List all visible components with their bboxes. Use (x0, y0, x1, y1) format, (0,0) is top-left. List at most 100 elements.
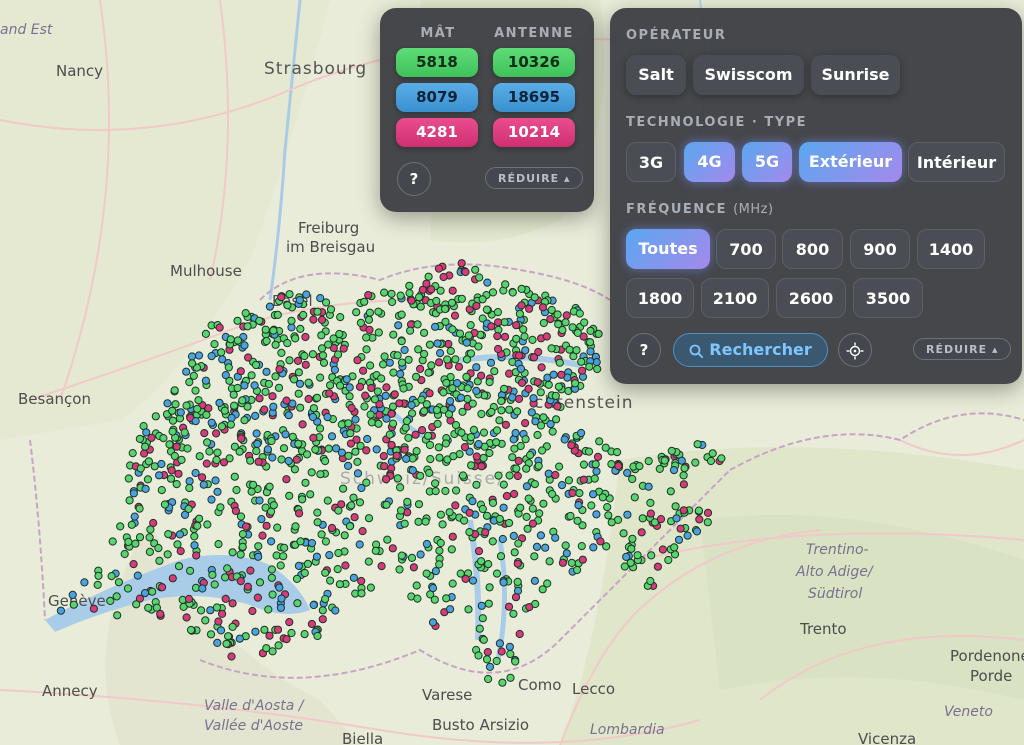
antenna-marker[interactable] (441, 304, 450, 314)
antenna-marker[interactable] (468, 497, 477, 506)
antenna-marker[interactable] (418, 426, 427, 435)
antenna-marker[interactable] (425, 389, 434, 398)
antenna-marker[interactable] (214, 540, 223, 549)
antenna-marker[interactable] (355, 382, 365, 391)
antenna-marker[interactable] (277, 594, 286, 603)
antenna-marker[interactable] (494, 318, 503, 327)
antenna-marker[interactable] (341, 561, 350, 570)
antenna-marker[interactable] (325, 389, 334, 398)
antenna-marker[interactable] (333, 565, 342, 574)
antenna-marker[interactable] (482, 655, 492, 664)
antenna-marker[interactable] (255, 394, 264, 403)
antenna-marker[interactable] (542, 332, 551, 341)
antenna-marker[interactable] (498, 678, 507, 687)
antenna-marker[interactable] (578, 555, 587, 564)
antenna-marker[interactable] (465, 508, 474, 517)
antenna-marker[interactable] (388, 544, 397, 553)
antenna-marker[interactable] (89, 604, 99, 613)
antenna-marker[interactable] (501, 420, 510, 429)
antenna-marker[interactable] (455, 329, 465, 338)
antenna-marker[interactable] (460, 516, 469, 525)
antenna-marker[interactable] (318, 606, 327, 615)
antenna-marker[interactable] (490, 367, 499, 376)
antenna-marker[interactable] (521, 435, 530, 444)
antenna-marker[interactable] (486, 358, 496, 367)
antenna-marker[interactable] (298, 495, 307, 504)
antenna-marker[interactable] (68, 590, 77, 600)
antenna-marker[interactable] (268, 392, 277, 401)
antenna-marker[interactable] (206, 630, 216, 639)
antenna-marker[interactable] (653, 562, 663, 571)
antenna-marker[interactable] (426, 455, 435, 464)
antenna-marker[interactable] (434, 264, 443, 273)
antenna-marker[interactable] (192, 551, 201, 560)
antenna-marker[interactable] (283, 301, 292, 310)
antenna-marker[interactable] (424, 272, 433, 281)
antenna-marker[interactable] (377, 562, 386, 571)
antenna-marker[interactable] (416, 302, 425, 311)
antenna-marker[interactable] (546, 315, 555, 324)
antenna-marker[interactable] (267, 565, 276, 574)
antenna-marker[interactable] (321, 595, 330, 604)
antenna-marker[interactable] (183, 444, 192, 453)
antenna-marker[interactable] (307, 468, 316, 477)
antenna-marker[interactable] (80, 578, 89, 587)
antenna-marker[interactable] (155, 556, 164, 565)
antenna-marker[interactable] (188, 359, 197, 368)
antenna-marker[interactable] (442, 378, 451, 387)
antenna-marker[interactable] (458, 471, 468, 480)
antenna-marker[interactable] (131, 539, 140, 548)
antenna-marker[interactable] (530, 552, 539, 561)
antenna-marker[interactable] (325, 551, 334, 560)
antenna-marker[interactable] (236, 577, 245, 586)
antenna-marker[interactable] (262, 521, 271, 530)
antenna-marker[interactable] (564, 476, 574, 485)
antenna-marker[interactable] (236, 512, 246, 521)
antenna-marker[interactable] (396, 291, 405, 300)
antenna-marker[interactable] (445, 508, 454, 517)
antenna-marker[interactable] (397, 551, 406, 560)
antenna-marker[interactable] (487, 407, 496, 417)
antenna-marker[interactable] (415, 293, 424, 302)
antenna-marker[interactable] (357, 576, 366, 586)
antenna-marker[interactable] (261, 325, 270, 334)
antenna-marker[interactable] (530, 576, 540, 585)
antenna-marker[interactable] (505, 518, 514, 528)
antenna-marker[interactable] (249, 480, 258, 489)
antenna-marker[interactable] (464, 331, 473, 340)
antenna-marker[interactable] (339, 344, 348, 353)
antenna-marker[interactable] (592, 467, 601, 476)
antenna-marker[interactable] (448, 579, 457, 588)
antenna-marker[interactable] (193, 404, 202, 413)
antenna-marker[interactable] (483, 648, 492, 657)
antenna-marker[interactable] (166, 474, 176, 483)
antenna-marker[interactable] (385, 358, 394, 367)
antenna-marker[interactable] (390, 390, 399, 399)
type-interieur-button[interactable]: Intérieur (908, 142, 1005, 182)
antenna-marker[interactable] (406, 326, 415, 335)
antenna-marker[interactable] (477, 462, 486, 471)
antenna-marker[interactable] (170, 451, 179, 461)
antenna-marker[interactable] (395, 565, 404, 574)
antenna-marker[interactable] (484, 674, 493, 684)
antenna-marker[interactable] (240, 416, 249, 425)
antenna-marker[interactable] (308, 350, 317, 359)
antenna-marker[interactable] (513, 471, 522, 481)
antenna-marker[interactable] (547, 305, 556, 315)
antenna-marker[interactable] (307, 539, 317, 548)
antenna-marker[interactable] (318, 351, 328, 360)
antenna-marker[interactable] (247, 487, 256, 496)
antenna-marker[interactable] (672, 514, 681, 523)
antenna-marker[interactable] (127, 520, 136, 529)
antenna-marker[interactable] (295, 509, 304, 518)
antenna-marker[interactable] (230, 472, 239, 481)
antenna-marker[interactable] (693, 440, 702, 449)
antenna-marker[interactable] (439, 272, 448, 282)
antenna-marker[interactable] (313, 393, 322, 402)
antenna-marker[interactable] (210, 340, 219, 349)
antenna-marker[interactable] (294, 368, 303, 377)
antenna-marker[interactable] (182, 401, 191, 410)
antenna-marker[interactable] (388, 402, 398, 411)
antenna-marker[interactable] (207, 495, 216, 504)
antenna-marker[interactable] (706, 456, 716, 466)
